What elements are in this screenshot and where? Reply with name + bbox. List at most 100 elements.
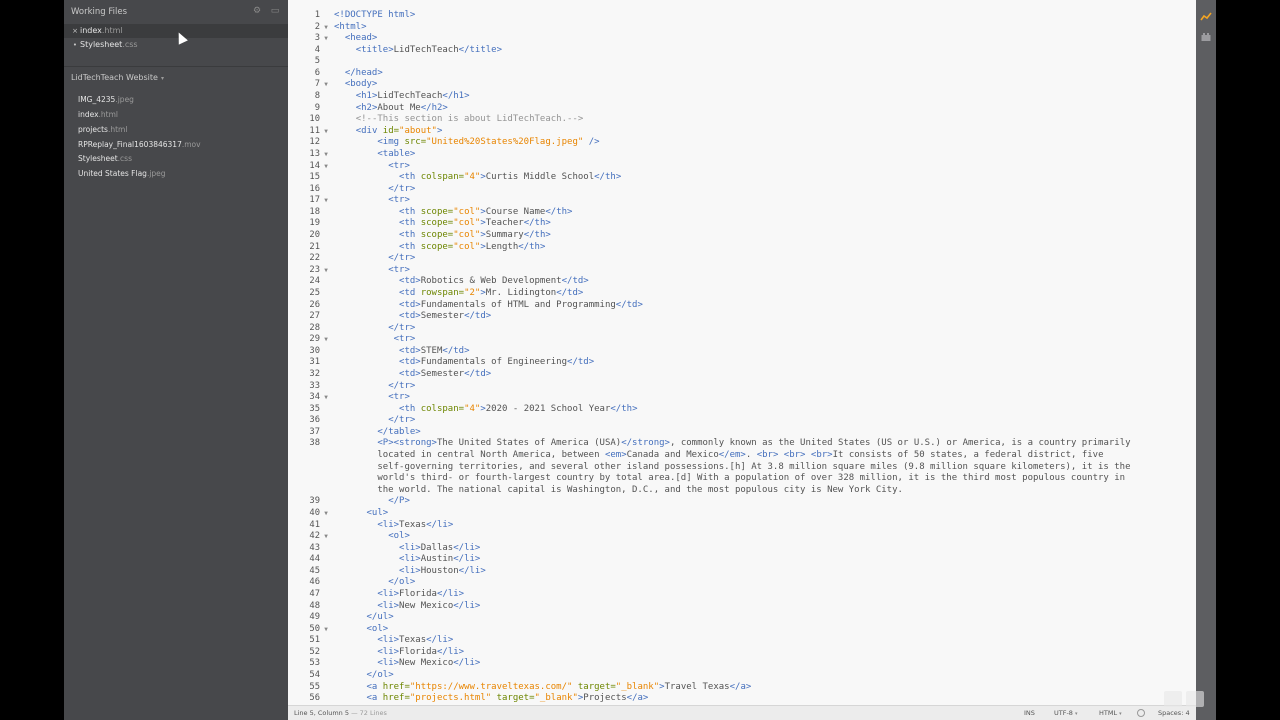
file-tree-item[interactable]: projects.html [78, 123, 127, 137]
fold-arrow-icon[interactable]: ▼ [322, 126, 330, 138]
code-text: <a href="projects.html" target="_blank">… [366, 693, 649, 704]
code-text: <ol> [388, 531, 410, 542]
line-number: 15 [309, 172, 320, 183]
extension-manager-icon[interactable] [1200, 31, 1212, 43]
line-number: 30 [309, 345, 320, 356]
line-number: 23 [309, 264, 320, 275]
code-editor[interactable]: 1 <!DOCTYPE html> 2 ▼ <html> 3 ▼ <head> 4 <titl… [288, 0, 1196, 705]
indent-setting[interactable]: Spaces: 4 [1158, 706, 1190, 720]
code-text: </ol> [366, 670, 394, 681]
cursor-position[interactable]: Line 5, Column 5 — 72 Lines [294, 706, 387, 720]
line-number: 40 [309, 507, 320, 518]
line-number: 45 [309, 565, 320, 576]
line-number: 50 [309, 623, 320, 634]
line-number: 12 [309, 137, 320, 148]
gear-icon[interactable]: ⚙ [252, 6, 262, 16]
insert-mode-toggle[interactable]: INS [1024, 706, 1035, 720]
encoding-select[interactable]: UTF-8 ▾ [1054, 706, 1077, 720]
live-preview-icon[interactable] [1200, 11, 1212, 23]
picture-in-picture-button[interactable] [1186, 691, 1204, 707]
split-view-icon[interactable]: ▭ [270, 6, 280, 16]
line-number: 53 [309, 658, 320, 669]
sidebar-divider [64, 66, 288, 67]
file-tree-item[interactable]: IMG_4235.jpeg [78, 93, 134, 107]
chevron-down-icon: ▾ [1074, 711, 1078, 717]
line-number: 27 [309, 311, 320, 322]
code-text: <a href="https://www.traveltexas.com/" t… [366, 681, 752, 692]
code-text: </ul> [366, 612, 394, 623]
code-text: <td>Semester</td> [399, 311, 492, 322]
code-text: <img src="United%20States%20Flag.jpeg" /… [377, 137, 600, 148]
line-number: 25 [309, 287, 320, 298]
line-number: 36 [309, 415, 320, 426]
screen-edge [1216, 0, 1280, 720]
code-text: <th colspan="4">Curtis Middle School</th… [399, 172, 622, 183]
code-text: <th scope="col">Summary</th> [399, 230, 551, 241]
line-number: 31 [309, 357, 320, 368]
code-text: <th scope="col">Teacher</th> [399, 218, 551, 229]
fold-arrow-icon[interactable]: ▼ [322, 79, 330, 91]
code-text: </P> [388, 496, 410, 507]
code-text: <td>Fundamentals of Engineering</td> [399, 357, 595, 368]
code-text: <tr> [388, 392, 410, 403]
line-number: 52 [309, 646, 320, 657]
line-number: 14 [309, 160, 320, 171]
project-title[interactable]: LidTechTeach Website ▾ [71, 73, 164, 82]
code-text: <tr> [388, 264, 410, 275]
line-number: 42 [309, 531, 320, 542]
chevron-down-icon[interactable]: ▾ [161, 75, 164, 82]
right-toolbar [1196, 0, 1216, 720]
fold-arrow-icon[interactable]: ▼ [322, 33, 330, 45]
close-icon[interactable]: × [71, 24, 79, 38]
code-text: <td>Semester</td> [399, 368, 492, 379]
code-text: </head> [344, 67, 383, 78]
code-text: <ul> [366, 507, 389, 518]
line-number: 38 [309, 438, 320, 449]
fold-arrow-icon[interactable]: ▼ [322, 334, 330, 346]
code-text: </tr> [388, 253, 416, 264]
fold-arrow-icon[interactable]: ▼ [322, 195, 330, 207]
fold-arrow-icon[interactable]: ▼ [322, 508, 330, 520]
fold-arrow-icon[interactable]: ▼ [322, 265, 330, 277]
line-number: 8 [314, 91, 320, 102]
linter-status-icon[interactable] [1137, 709, 1145, 717]
fold-arrow-icon[interactable]: ▼ [322, 531, 330, 543]
fold-arrow-icon[interactable]: ▼ [322, 624, 330, 636]
line-number: 47 [309, 589, 320, 599]
line-number: 18 [309, 206, 320, 217]
code-text: <li>Dallas</li> [399, 542, 481, 553]
line-number: 20 [309, 230, 320, 241]
code-text: </ol> [388, 577, 416, 588]
code-text: <th scope="col">Course Name</th> [399, 206, 573, 217]
line-number: 37 [309, 426, 320, 437]
file-tree-item[interactable]: RPReplay_Final1603846317.mov [78, 138, 201, 152]
code-text: </tr> [388, 322, 416, 333]
code-text: </tr> [388, 415, 416, 426]
pause-button[interactable] [1164, 691, 1182, 707]
chevron-down-icon: ▾ [1119, 711, 1122, 717]
line-number: 33 [309, 380, 320, 391]
code-text: <div id="about"> [355, 125, 443, 136]
file-tree-item[interactable]: United States Flag.jpeg [78, 167, 166, 181]
line-number: 44 [309, 554, 320, 565]
line-number: 46 [309, 577, 320, 588]
language-select[interactable]: HTML ▾ [1099, 706, 1122, 720]
fold-arrow-icon[interactable]: ▼ [322, 161, 330, 173]
line-number: 4 [314, 44, 320, 55]
line-number: 11 [309, 125, 320, 136]
file-tree-item[interactable]: Stylesheet.css [78, 152, 132, 166]
line-number: 9 [314, 102, 320, 113]
code-text: <li>Houston</li> [399, 565, 486, 576]
working-files-title: Working Files [71, 7, 128, 17]
status-bar: Line 5, Column 5 — 72 Lines INS UTF-8 ▾ H… [288, 705, 1196, 720]
line-number: 56 [309, 693, 320, 704]
fold-arrow-icon[interactable]: ▼ [322, 22, 330, 34]
fold-arrow-icon[interactable]: ▼ [322, 392, 330, 404]
code-text: <td>Fundamentals of HTML and Programming… [399, 299, 643, 310]
code-text: <li>Austin</li> [399, 554, 481, 565]
file-tree-item[interactable]: index.html [78, 108, 118, 122]
code-text: <td>STEM</td> [399, 345, 470, 356]
code-text: <P><strong>The United States of America … [377, 438, 1131, 449]
line-number: 34 [309, 392, 320, 403]
fold-arrow-icon[interactable]: ▼ [322, 149, 330, 161]
